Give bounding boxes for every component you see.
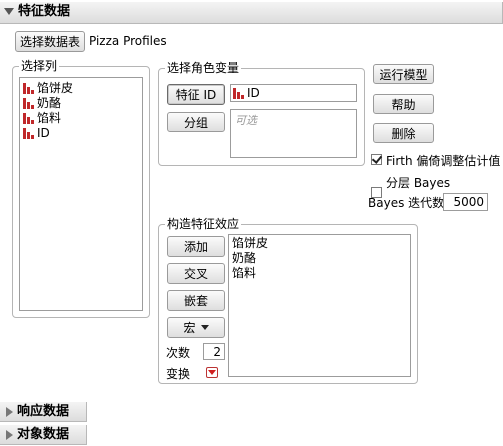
- effect-item[interactable]: 奶酪: [232, 251, 407, 266]
- degree-label: 次数: [166, 346, 191, 360]
- transform-label: 变换: [166, 367, 191, 381]
- header-title: 特征数据: [18, 4, 71, 19]
- feature-id-value: ID: [247, 86, 260, 100]
- data-table-name: Pizza Profiles: [89, 34, 167, 48]
- nominal-bar-icon: [23, 98, 34, 109]
- effect-item[interactable]: 馅料: [232, 266, 407, 281]
- list-item[interactable]: 馅饼皮: [23, 81, 142, 96]
- response-data-title: 响应数据: [17, 404, 70, 419]
- column-list[interactable]: 馅饼皮 奶酪 馅料 ID: [19, 77, 143, 311]
- column-name: ID: [37, 126, 50, 140]
- select-data-table-button[interactable]: 选择数据表: [15, 31, 85, 52]
- firth-checkbox[interactable]: [371, 153, 383, 165]
- disclosure-collapsed-icon[interactable]: [6, 429, 13, 440]
- help-button[interactable]: 帮助: [373, 94, 434, 114]
- column-name: 馅料: [37, 111, 62, 125]
- nominal-bar-icon: [23, 128, 34, 139]
- response-data-header[interactable]: 响应数据: [0, 402, 87, 422]
- column-name: 奶酪: [37, 96, 62, 110]
- nominal-bar-icon: [23, 83, 34, 94]
- role-variables-label: 选择角色变量: [165, 60, 242, 76]
- dropdown-arrow-icon: [200, 325, 209, 330]
- run-model-button[interactable]: 运行模型: [373, 64, 434, 84]
- select-columns-group: 选择列 馅饼皮 奶酪 馅料 ID: [12, 58, 150, 318]
- select-columns-label: 选择列: [19, 58, 60, 74]
- column-name: 馅饼皮: [37, 81, 74, 95]
- bayes-iterations-field[interactable]: 5000: [443, 193, 488, 211]
- group-field[interactable]: 可选: [230, 109, 357, 158]
- subject-data-title: 对象数据: [17, 427, 70, 442]
- transform-dropdown-icon[interactable]: [206, 367, 218, 378]
- firth-label: Firth 偏倚调整估计值: [386, 154, 501, 168]
- macros-button[interactable]: 宏: [167, 317, 225, 338]
- disclosure-collapsed-icon[interactable]: [6, 406, 13, 417]
- list-item[interactable]: ID: [23, 126, 142, 141]
- effect-item[interactable]: 馅饼皮: [232, 236, 407, 251]
- checkmark-icon: [371, 153, 383, 164]
- construct-effects-label: 构造特征效应: [165, 216, 242, 232]
- effects-list[interactable]: 馅饼皮 奶酪 馅料: [228, 234, 411, 377]
- macros-label: 宏: [183, 321, 196, 335]
- hierarchical-bayes-label: 分层 Bayes: [386, 176, 451, 190]
- add-effect-button[interactable]: 添加: [167, 236, 225, 257]
- bayes-iterations-label: Bayes 迭代数: [368, 196, 445, 210]
- list-item[interactable]: 奶酪: [23, 96, 142, 111]
- cross-button[interactable]: 交叉: [167, 263, 225, 284]
- nest-button[interactable]: 嵌套: [167, 290, 225, 311]
- feature-data-header[interactable]: 特征数据: [0, 2, 503, 24]
- feature-id-field[interactable]: ID: [230, 84, 357, 102]
- nominal-bar-icon: [23, 113, 34, 124]
- feature-id-button[interactable]: 特征 ID: [167, 84, 225, 105]
- list-item[interactable]: 馅料: [23, 111, 142, 126]
- nominal-bar-icon: [233, 87, 244, 99]
- disclosure-expanded-icon[interactable]: [4, 8, 14, 15]
- subject-data-header[interactable]: 对象数据: [0, 425, 87, 445]
- group-button[interactable]: 分组: [167, 112, 225, 132]
- remove-button[interactable]: 删除: [373, 123, 434, 143]
- group-placeholder: 可选: [235, 114, 257, 127]
- degree-field[interactable]: 2: [203, 343, 225, 360]
